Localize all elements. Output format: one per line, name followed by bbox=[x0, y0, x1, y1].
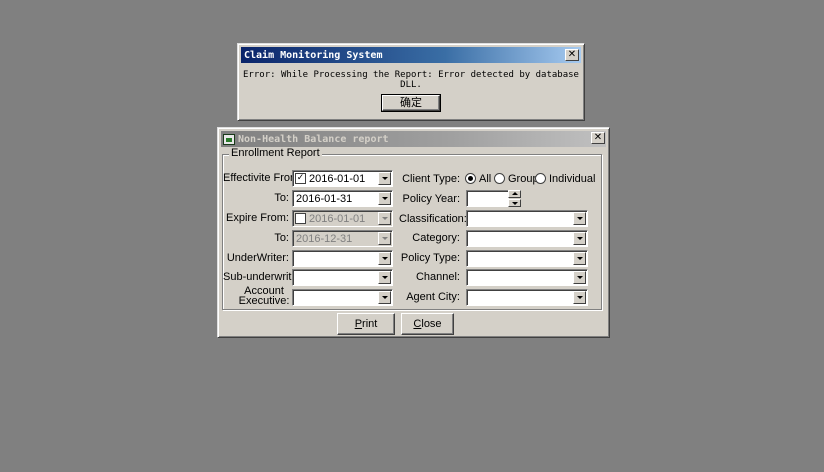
client-type-radio-group-label: Group bbox=[508, 173, 539, 185]
chevron-down-icon[interactable] bbox=[378, 291, 391, 304]
expire-to-combo[interactable]: 2016-12-31 bbox=[292, 230, 393, 247]
error-message: Error: While Processing the Report: Erro… bbox=[243, 70, 579, 90]
policy-year-spinner bbox=[508, 190, 521, 207]
close-icon: ✕ bbox=[593, 132, 603, 143]
underwriter-combo[interactable] bbox=[292, 250, 393, 267]
effective-from-value: 2016-01-01 bbox=[309, 173, 366, 185]
chevron-down-icon[interactable] bbox=[378, 192, 391, 205]
error-dialog-titlebar[interactable]: Claim Monitoring System bbox=[241, 47, 581, 63]
chevron-down-icon[interactable] bbox=[378, 232, 391, 245]
ok-button-label: 确定 bbox=[400, 97, 422, 109]
underwriter-label: UnderWriter: bbox=[226, 252, 289, 264]
spin-up-icon[interactable] bbox=[508, 190, 521, 198]
policy-year-label: Policy Year: bbox=[402, 193, 460, 205]
classification-combo[interactable] bbox=[466, 210, 588, 227]
ok-button[interactable]: 确定 bbox=[381, 94, 441, 112]
expire-from-value: 2016-01-01 bbox=[309, 213, 366, 225]
chevron-down-icon[interactable] bbox=[573, 232, 586, 245]
error-dialog-close-button[interactable]: ✕ bbox=[565, 49, 579, 61]
close-icon: ✕ bbox=[567, 49, 577, 60]
expire-from-checkbox[interactable] bbox=[295, 213, 306, 224]
close-button-label: lose bbox=[421, 318, 442, 330]
account-executive-combo[interactable] bbox=[292, 289, 393, 306]
channel-label: Channel: bbox=[415, 271, 460, 283]
sub-underwriter-label: Sub-underwriter: bbox=[223, 271, 305, 283]
effective-from-checkbox[interactable]: ✓ bbox=[295, 173, 306, 184]
print-button-accel: P bbox=[354, 318, 363, 330]
expire-from-label: Expire From: bbox=[226, 212, 289, 224]
agent-city-combo[interactable] bbox=[466, 289, 588, 306]
enrollment-report-group: Enrollment Report Effectivite From: ✓ 20… bbox=[222, 147, 602, 310]
chevron-down-icon[interactable] bbox=[573, 291, 586, 304]
channel-combo[interactable] bbox=[466, 269, 588, 286]
error-dialog-title: Claim Monitoring System bbox=[244, 49, 383, 61]
group-title: Enrollment Report bbox=[229, 147, 322, 159]
expire-to-label: To: bbox=[274, 232, 289, 244]
client-type-radio-group[interactable] bbox=[494, 173, 505, 184]
report-window-close-button[interactable]: ✕ bbox=[591, 132, 605, 144]
report-window-titlebar[interactable]: Non-Health Balance report bbox=[221, 131, 606, 147]
effective-from-combo[interactable]: ✓ 2016-01-01 bbox=[292, 170, 393, 187]
spin-down-icon[interactable] bbox=[508, 199, 521, 207]
effective-to-value: 2016-01-31 bbox=[296, 193, 353, 205]
client-type-radio-all-label: All bbox=[479, 173, 492, 185]
client-type-radio-all[interactable] bbox=[465, 173, 476, 184]
chevron-down-icon[interactable] bbox=[378, 212, 391, 225]
sub-underwriter-combo[interactable] bbox=[292, 269, 393, 286]
category-combo[interactable] bbox=[466, 230, 588, 247]
chevron-down-icon[interactable] bbox=[573, 252, 586, 265]
account-executive-label-line2: Executive: bbox=[238, 295, 290, 307]
expire-to-value: 2016-12-31 bbox=[296, 233, 353, 245]
client-type-radio-individual-label: Individual bbox=[549, 173, 596, 185]
error-dialog: Claim Monitoring System ✕ Error: While P… bbox=[237, 43, 585, 121]
chevron-down-icon[interactable] bbox=[378, 172, 391, 185]
policy-type-combo[interactable] bbox=[466, 250, 588, 267]
chevron-down-icon[interactable] bbox=[573, 212, 586, 225]
client-type-label: Client Type: bbox=[402, 173, 460, 185]
check-icon: ✓ bbox=[296, 173, 305, 183]
account-executive-label: Account Executive: bbox=[237, 286, 291, 307]
effective-from-label: Effectivite From: bbox=[223, 172, 303, 184]
close-button[interactable]: Close bbox=[401, 313, 454, 335]
chevron-down-icon[interactable] bbox=[378, 252, 391, 265]
chevron-down-icon[interactable] bbox=[573, 271, 586, 284]
client-type-radio-individual[interactable] bbox=[535, 173, 546, 184]
print-button-label: rint bbox=[362, 318, 378, 330]
classification-label: Classification: bbox=[399, 213, 467, 225]
app-window-icon bbox=[223, 133, 235, 145]
policy-year-input[interactable] bbox=[466, 190, 509, 207]
effective-to-label: To: bbox=[274, 192, 289, 204]
effective-to-combo[interactable]: 2016-01-31 bbox=[292, 190, 393, 207]
print-button[interactable]: Print bbox=[337, 313, 395, 335]
expire-from-combo[interactable]: 2016-01-01 bbox=[292, 210, 393, 227]
policy-type-label: Policy Type: bbox=[400, 252, 460, 264]
agent-city-label: Agent City: bbox=[406, 291, 460, 303]
report-window: Non-Health Balance report ✕ Enrollment R… bbox=[217, 127, 610, 338]
report-window-title: Non-Health Balance report bbox=[238, 133, 389, 145]
category-label: Category: bbox=[412, 232, 460, 244]
chevron-down-icon[interactable] bbox=[378, 271, 391, 284]
